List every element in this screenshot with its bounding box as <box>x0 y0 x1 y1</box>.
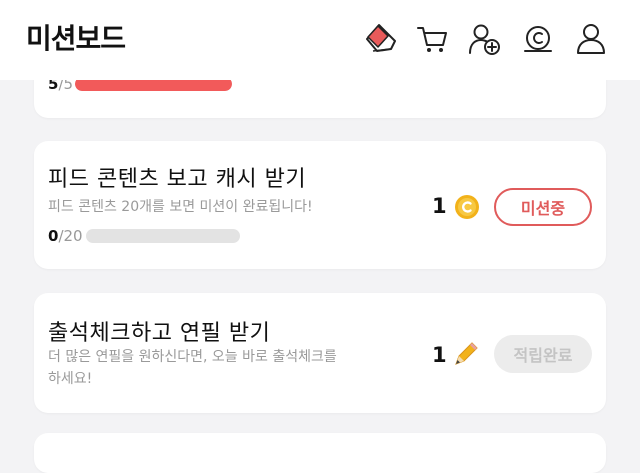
cash-coin-icon <box>455 195 479 219</box>
mission-card-attendance: 출석체크하고 연필 받기 더 많은 연필을 원하신다면, 오늘 바로 출석체크를… <box>34 293 606 413</box>
mission-title: 피드 콘텐츠 보고 캐시 받기 <box>48 167 307 192</box>
mission-description: 피드 콘텐츠 20개를 보면 미션이 완료됩니다! <box>48 199 313 215</box>
cash-coin-icon[interactable] <box>518 20 558 58</box>
mission-in-progress-button[interactable]: 미션중 <box>494 188 592 226</box>
mission-title: 출석체크하고 연필 받기 <box>48 321 271 346</box>
mission-card-feed: 피드 콘텐츠 보고 캐시 받기 피드 콘텐츠 20개를 보면 미션이 완료됩니다… <box>34 141 606 269</box>
reward-count: 1 <box>432 194 447 218</box>
reward-count: 1 <box>432 343 447 367</box>
add-friend-icon[interactable] <box>465 20 505 58</box>
ticket-icon[interactable] <box>360 20 400 58</box>
cart-icon[interactable] <box>412 20 452 58</box>
reward-claimed-button[interactable]: 적립완료 <box>494 335 592 373</box>
mission-description: 더 많은 연필을 원하신다면, 오늘 바로 출석체크를 하세요! <box>48 349 337 387</box>
progress-current: 0 <box>48 227 59 245</box>
progress-bar <box>86 229 240 243</box>
progress-text: 0/20 <box>48 227 83 245</box>
pencil-icon <box>455 342 478 365</box>
mission-card-next <box>34 433 606 473</box>
progress-total: /20 <box>58 227 83 245</box>
app-header: 미션보드 <box>0 0 640 80</box>
page-title: 미션보드 <box>26 22 126 55</box>
profile-icon[interactable] <box>571 20 611 58</box>
